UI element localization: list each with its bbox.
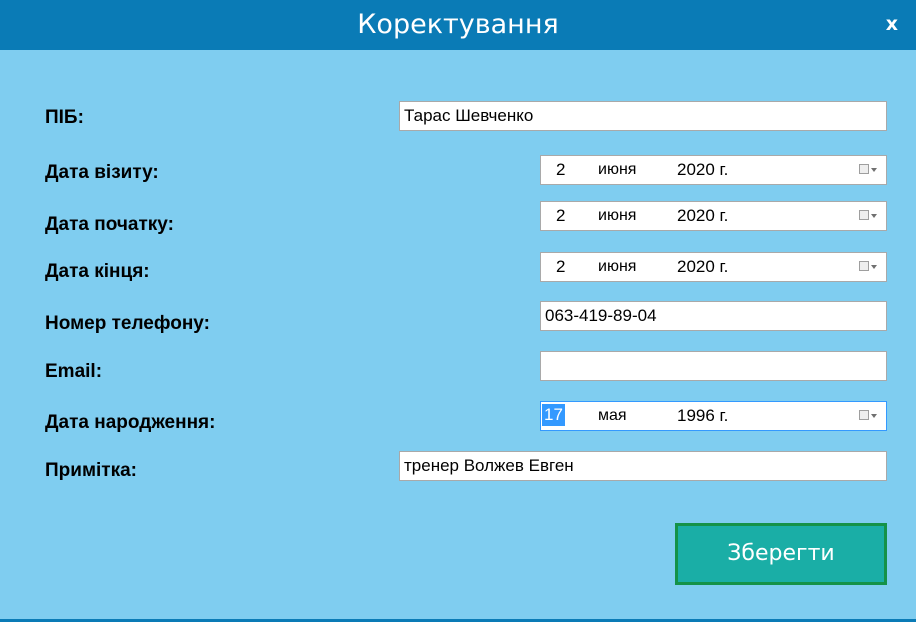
calendar-dropdown-icon[interactable] (859, 210, 879, 222)
start-date-month[interactable]: июня (598, 207, 636, 225)
phone-value: 063-419-89-04 (545, 306, 657, 325)
end-date-year[interactable]: 2020 г. (677, 257, 728, 277)
end-date-label: Дата кінця: (45, 261, 150, 282)
close-button[interactable]: x (886, 0, 898, 50)
save-button[interactable]: Зберегти (675, 523, 887, 585)
end-date-picker[interactable]: 2 июня 2020 г. (540, 252, 887, 282)
birth-date-month[interactable]: мая (598, 407, 627, 425)
start-date-picker[interactable]: 2 июня 2020 г. (540, 201, 887, 231)
visit-date-year[interactable]: 2020 г. (677, 160, 728, 180)
calendar-dropdown-icon[interactable] (859, 164, 879, 176)
start-date-year[interactable]: 2020 г. (677, 206, 728, 226)
phone-input[interactable]: 063-419-89-04 (540, 301, 887, 331)
end-date-day[interactable]: 2 (556, 257, 565, 277)
birth-date-year[interactable]: 1996 г. (677, 406, 728, 426)
email-label: Email: (45, 361, 103, 382)
birth-date-label: Дата народження: (45, 412, 216, 433)
visit-date-month[interactable]: июня (598, 161, 636, 179)
edit-dialog: Коректування x ПІБ: Тарас Шевченко Дата … (0, 0, 916, 622)
pib-input[interactable]: Тарас Шевченко (399, 101, 887, 131)
dialog-title: Коректування (357, 9, 559, 40)
start-date-day[interactable]: 2 (556, 206, 565, 226)
visit-date-day[interactable]: 2 (556, 160, 565, 180)
start-date-label: Дата початку: (45, 214, 174, 235)
note-value: тренер Волжев Евген (404, 456, 574, 475)
birth-date-picker[interactable]: 17 мая 1996 г. (540, 401, 887, 431)
visit-date-label: Дата візиту: (45, 162, 159, 183)
pib-value: Тарас Шевченко (404, 106, 534, 125)
phone-label: Номер телефону: (45, 313, 210, 334)
calendar-dropdown-icon[interactable] (859, 261, 879, 273)
pib-label: ПІБ: (45, 107, 84, 128)
note-label: Примітка: (45, 460, 137, 481)
calendar-dropdown-icon[interactable] (859, 410, 879, 422)
email-input[interactable] (540, 351, 887, 381)
birth-date-day[interactable]: 17 (542, 404, 565, 426)
end-date-month[interactable]: июня (598, 258, 636, 276)
note-input[interactable]: тренер Волжев Евген (399, 451, 887, 481)
title-bar[interactable]: Коректування x (0, 0, 916, 50)
visit-date-picker[interactable]: 2 июня 2020 г. (540, 155, 887, 185)
